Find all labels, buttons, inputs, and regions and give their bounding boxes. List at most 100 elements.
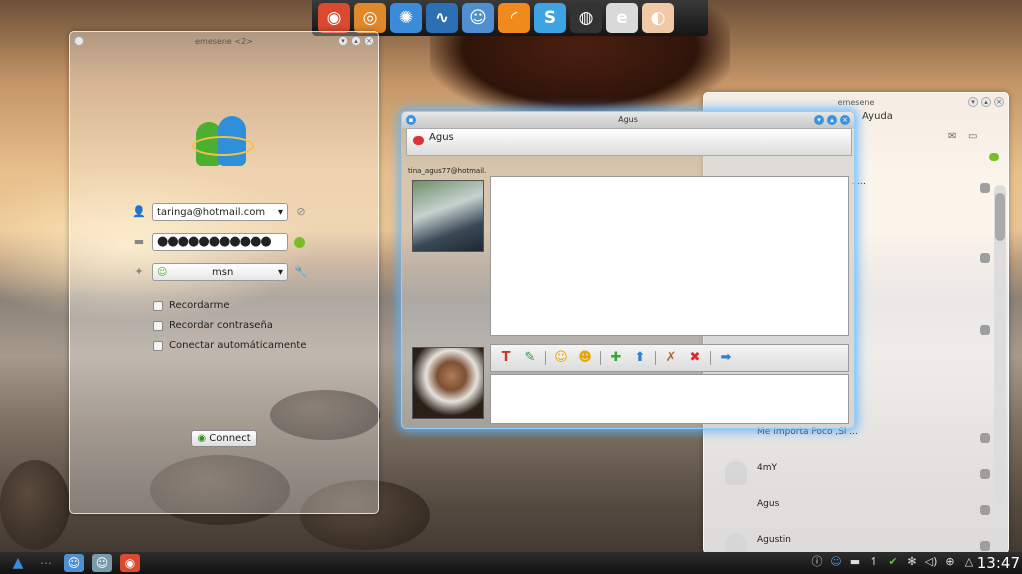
password-field[interactable]: ●●●●●●●●●●● xyxy=(152,233,288,251)
messenger-logo-icon xyxy=(192,114,256,170)
window-menu-button[interactable] xyxy=(74,36,84,46)
login-titlebar: emesene <2> ▾ ▴ × xyxy=(70,32,378,50)
volume-icon[interactable]: ◁) xyxy=(924,554,938,570)
clean-icon[interactable]: ✗ xyxy=(662,349,680,367)
pin-icon: ✦ xyxy=(134,265,144,278)
maximize-button[interactable]: ▴ xyxy=(981,97,991,107)
window-menu-button[interactable]: ▪ xyxy=(406,115,416,125)
contact-mail: tina_agus77@hotmail. xyxy=(408,167,487,175)
auto-connect-checkbox[interactable]: Conectar automáticamente xyxy=(153,340,306,351)
chat-bubble-icon[interactable] xyxy=(980,325,990,335)
forget-user-icon[interactable]: ⊘ xyxy=(294,205,308,219)
chrome-task-icon[interactable]: ◉ xyxy=(120,554,140,572)
checkbox-box[interactable] xyxy=(153,300,163,311)
wave-icon[interactable]: ∿ xyxy=(426,3,458,33)
minimize-button[interactable]: ▾ xyxy=(814,115,824,125)
email-row: 👤 taringa@hotmail.com ▾ ⊘ xyxy=(132,203,308,221)
system-tray: ⓘ ☺ ▬ ↿ ✔ ✻ ◁) ⊕ △ xyxy=(810,554,976,570)
minimize-button[interactable]: ▾ xyxy=(338,36,348,46)
chat-bubble-icon[interactable] xyxy=(980,433,990,443)
key-icon: ▬ xyxy=(133,235,145,248)
network-icon[interactable]: ⊕ xyxy=(943,554,957,570)
anime-eye-icon[interactable]: ◐ xyxy=(642,3,674,33)
chat-bubble-icon[interactable] xyxy=(980,253,990,263)
message-input[interactable] xyxy=(490,374,849,424)
chrome-icon[interactable]: ◉ xyxy=(318,3,350,33)
rss-icon[interactable]: ◜ xyxy=(498,3,530,33)
check-icon[interactable]: ✔ xyxy=(886,554,900,570)
contact-list-item-label: Agustin xyxy=(757,535,791,545)
protocol-select[interactable]: ☺ msn ▾ xyxy=(152,263,288,281)
contact-list-item[interactable]: 4mY xyxy=(721,459,983,489)
messenger-task-icon[interactable]: ☺ xyxy=(64,554,84,572)
contact-list-scrollbar[interactable] xyxy=(994,185,1006,545)
chat-titlebar: ▪ Agus ▾ ▴ × xyxy=(402,112,854,128)
chat-tray-icon[interactable]: ▬ xyxy=(848,554,862,570)
start-menu-icon[interactable]: ▲ xyxy=(8,554,28,572)
status-busy-icon xyxy=(413,136,424,145)
chat-bubble-icon[interactable] xyxy=(980,469,990,479)
remember-password-checkbox[interactable]: Recordar contraseña xyxy=(153,320,273,331)
maximize-button[interactable]: ▴ xyxy=(351,36,361,46)
contact-list-item[interactable]: Agus xyxy=(721,495,983,525)
add-icon[interactable]: ✚ xyxy=(607,349,625,367)
default-avatar-icon xyxy=(725,461,747,485)
eye-icon[interactable]: ◎ xyxy=(354,3,386,33)
chat-bubble-icon[interactable] xyxy=(980,505,990,515)
emoticon-icon[interactable]: ☺ xyxy=(552,349,570,367)
close-button[interactable]: × xyxy=(364,36,374,46)
status-online-icon[interactable] xyxy=(294,236,305,248)
menu-ayuda[interactable]: Ayuda xyxy=(862,111,893,122)
connect-label: Connect xyxy=(209,433,251,444)
chat-bubble-icon[interactable] xyxy=(980,183,990,193)
messenger-icon[interactable]: ☺ xyxy=(462,3,494,33)
email-value: taringa@hotmail.com xyxy=(157,206,266,218)
contact-list-titlebar: emesene ▾ ▴ × xyxy=(704,93,1008,111)
messenger-task-icon[interactable]: ☺ xyxy=(92,554,112,572)
taskbar: ▲ ⋯ ☺ ☺ ◉ ⓘ ☺ ▬ ↿ ✔ ✻ ◁) ⊕ △ 13:47 xyxy=(0,552,1022,574)
connect-button[interactable]: ◉ Connect xyxy=(191,430,257,447)
scrollbar-thumb[interactable] xyxy=(995,193,1005,241)
minimize-button[interactable]: ▾ xyxy=(968,97,978,107)
notifications-icon[interactable]: ⓘ xyxy=(810,554,824,570)
close-button[interactable]: × xyxy=(994,97,1004,107)
toolbar-separator xyxy=(545,351,546,365)
browser-e-icon[interactable]: e xyxy=(606,3,638,33)
mute-icon[interactable]: ▭ xyxy=(968,131,977,142)
chat-bubble-icon[interactable] xyxy=(980,541,990,551)
chevron-down-icon: ▾ xyxy=(277,266,283,278)
mail-icon[interactable]: ✉ xyxy=(948,131,956,142)
protocol-row: ✦ ☺ msn ▾ 🔧 xyxy=(132,263,308,281)
wink-icon[interactable]: ☻ xyxy=(576,349,594,367)
color-picker-icon[interactable]: ✎ xyxy=(521,349,539,367)
contact-list-item-label: 4mY xyxy=(757,463,777,473)
font-icon[interactable]: T xyxy=(497,349,515,367)
toolbar-separator xyxy=(655,351,656,365)
settings-icon[interactable]: ✺ xyxy=(390,3,422,33)
pointer-icon[interactable]: ↿ xyxy=(867,554,881,570)
status-online-icon[interactable] xyxy=(989,153,999,161)
maximize-button[interactable]: ▴ xyxy=(827,115,837,125)
messenger-tray-icon[interactable]: ☺ xyxy=(829,554,843,570)
app-menu-icon[interactable]: ⋯ xyxy=(36,554,56,572)
user-icon: 👤 xyxy=(132,205,146,218)
checkbox-box[interactable] xyxy=(153,320,163,331)
contact-avatar[interactable] xyxy=(412,180,484,252)
conversation-area[interactable] xyxy=(490,176,849,336)
tray-expand-icon[interactable]: △ xyxy=(962,554,976,570)
send-file-icon[interactable]: ⬆ xyxy=(631,349,649,367)
checkbox-label: Conectar automáticamente xyxy=(169,340,307,351)
skype-icon[interactable]: S xyxy=(534,3,566,33)
remember-me-checkbox[interactable]: Recordarme xyxy=(153,300,230,311)
send-icon[interactable]: ➡ xyxy=(717,349,735,367)
gear-icon[interactable]: ✻ xyxy=(905,554,919,570)
own-avatar[interactable] xyxy=(412,347,484,419)
block-icon[interactable]: ✖ xyxy=(686,349,704,367)
login-window: emesene <2> ▾ ▴ × 👤 taringa@hotmail.com … xyxy=(69,31,379,514)
background-rock xyxy=(0,460,70,550)
close-button[interactable]: × xyxy=(840,115,850,125)
checkbox-box[interactable] xyxy=(153,340,163,351)
camera-icon[interactable]: ◍ xyxy=(570,3,602,33)
wrench-icon[interactable]: 🔧 xyxy=(294,265,308,279)
email-field[interactable]: taringa@hotmail.com ▾ xyxy=(152,203,288,221)
